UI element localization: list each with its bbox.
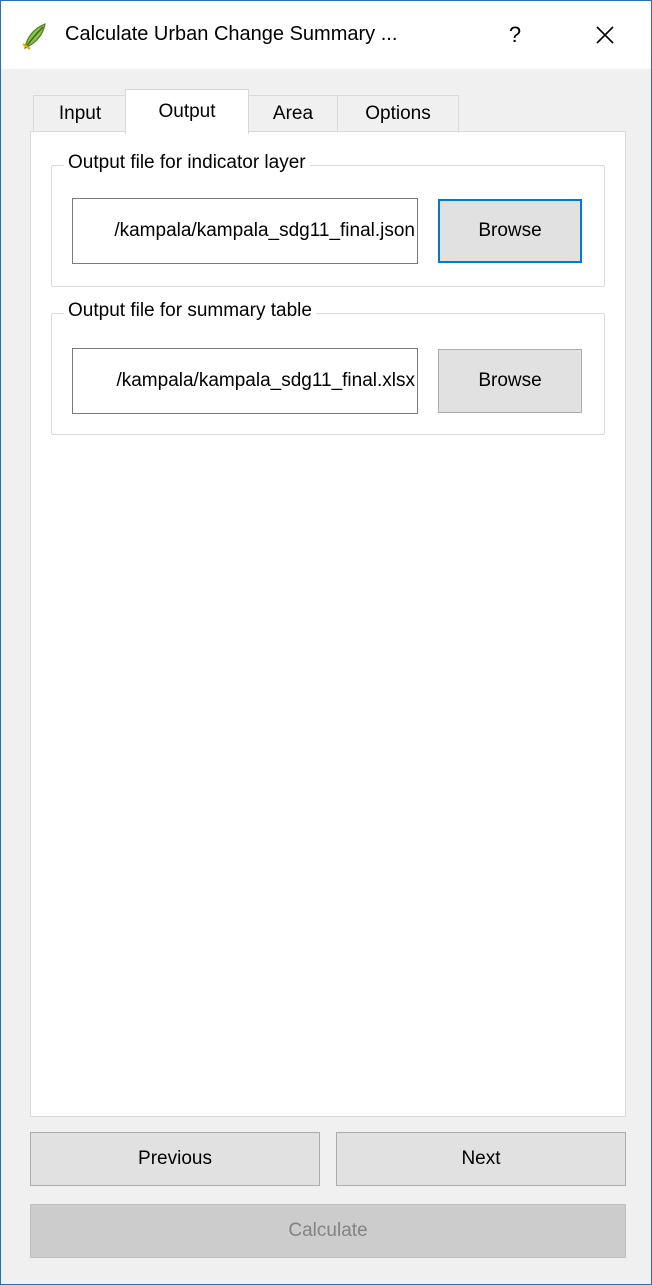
tab-area[interactable]: Area: [247, 95, 339, 132]
close-button[interactable]: [575, 11, 635, 59]
summary-table-browse-button[interactable]: Browse: [438, 349, 582, 413]
indicator-layer-group: Output file for indicator layer /kampala…: [51, 152, 605, 287]
summary-table-group: Output file for summary table /kampala/k…: [51, 300, 605, 435]
calculate-button[interactable]: Calculate: [30, 1204, 626, 1258]
window-title: Calculate Urban Change Summary ...: [65, 23, 398, 45]
qgis-icon: [22, 23, 46, 50]
tab-output[interactable]: Output: [125, 89, 249, 134]
indicator-layer-path-input[interactable]: /kampala/kampala_sdg11_final.json: [72, 198, 418, 264]
tab-input[interactable]: Input: [33, 95, 127, 132]
indicator-layer-group-title: Output file for indicator layer: [64, 152, 310, 174]
next-button[interactable]: Next: [336, 1132, 626, 1186]
tab-options[interactable]: Options: [337, 95, 459, 132]
indicator-layer-browse-button[interactable]: Browse: [438, 199, 582, 263]
dialog-window: Calculate Urban Change Summary ... ? Inp…: [0, 0, 652, 1285]
summary-table-group-title: Output file for summary table: [64, 300, 316, 322]
title-bar[interactable]: Calculate Urban Change Summary ... ?: [1, 1, 651, 69]
help-button[interactable]: ?: [487, 11, 543, 59]
previous-button[interactable]: Previous: [30, 1132, 320, 1186]
summary-table-path-input[interactable]: /kampala/kampala_sdg11_final.xlsx: [72, 348, 418, 414]
output-tab-panel: Output file for indicator layer /kampala…: [30, 131, 626, 1117]
close-icon: [596, 26, 614, 44]
